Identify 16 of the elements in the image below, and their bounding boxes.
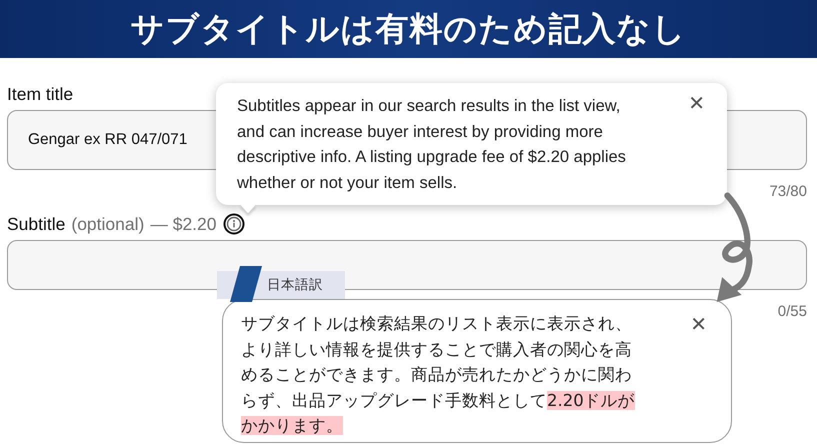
tag-label: 日本語訳: [267, 276, 323, 294]
close-button[interactable]: ✕: [690, 314, 707, 336]
character-counter: 73/80: [769, 182, 807, 200]
banner-title: サブタイトルは有料のため記入なし: [130, 8, 686, 50]
fee-text: — $2.20: [150, 214, 216, 234]
field-label: Subtitle: [7, 214, 66, 234]
stripe-icon: [228, 266, 262, 302]
subtitle-field[interactable]: [7, 240, 807, 290]
character-counter: 0/55: [778, 302, 807, 320]
translation-text: サブタイトルは検索結果のリスト表示に表示され、より詳しい情報を提供することで購入者の関心を高めることができます。商品が売れたかどうかに関わらず、出品アップグレード手数料として 2.20ドルがかかります。: [241, 313, 636, 437]
optional-note: (optional): [71, 214, 144, 234]
close-button[interactable]: ✕: [688, 93, 705, 115]
tooltip-pointer: [240, 205, 256, 214]
info-icon[interactable]: [222, 213, 244, 235]
field-label: Item title: [7, 84, 74, 104]
tooltip-text: Subtitles appear in our search results in the list view, and can increase buyer interest by providing more descriptive info. A listing upgrade fee of $2.20 applies whether or not your item sells.: [237, 96, 627, 194]
